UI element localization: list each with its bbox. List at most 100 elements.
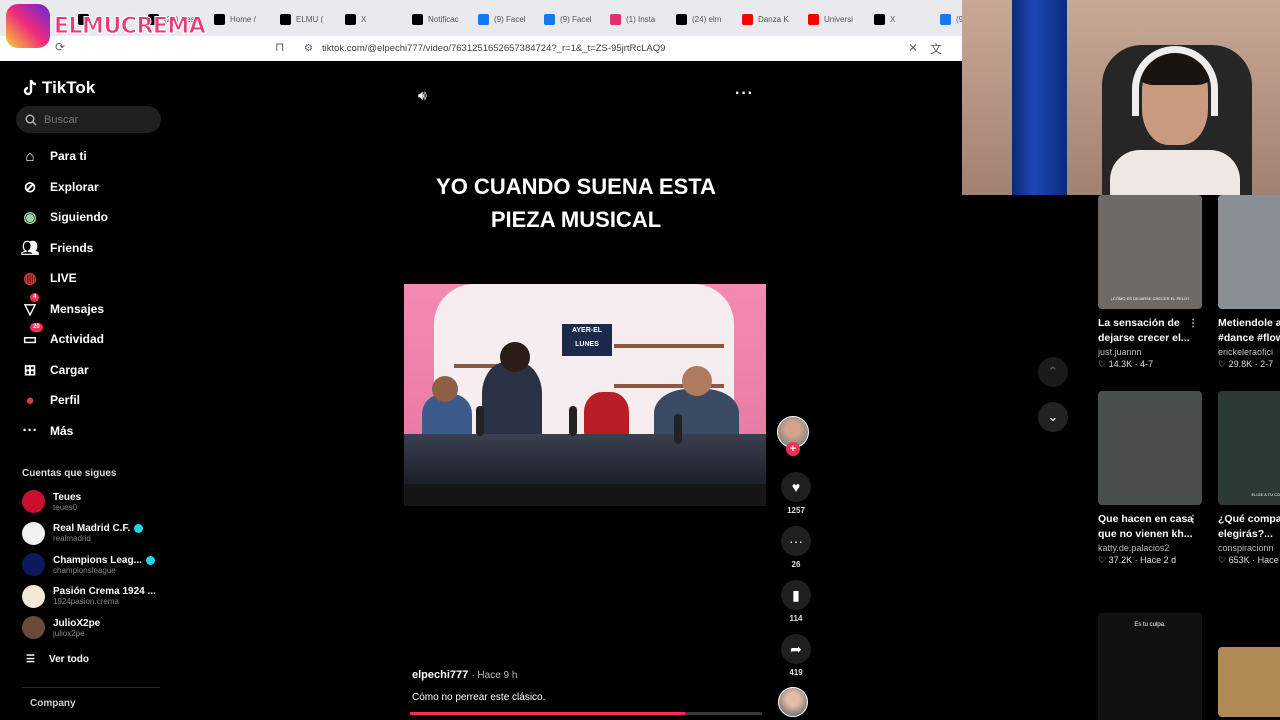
chevron-up-icon: ⌃ — [1047, 364, 1059, 379]
browser-tab[interactable]: (1) Insta — [610, 8, 655, 30]
share-icon: ➦ — [781, 634, 811, 664]
browser-tab[interactable]: Danza K — [742, 8, 789, 30]
recommended-video-card[interactable]: Que hacen en casa que no vienen kh... ⋮ ka… — [1098, 391, 1202, 566]
share-button[interactable]: ➦ 419 — [778, 634, 814, 677]
browser-tab[interactable]: X — [874, 8, 895, 30]
account-handle: realmadrid — [53, 534, 91, 543]
tab-label: (1) Insta — [626, 14, 656, 24]
tab-favicon-icon — [610, 13, 621, 25]
more-options-icon[interactable]: ··· — [735, 85, 754, 103]
messages-icon: ▽ 4 — [20, 292, 40, 319]
author-name[interactable]: elpechi777 — [412, 669, 468, 681]
sidebar-item-explorar[interactable]: ⊘ Explorar — [20, 176, 99, 198]
sidebar-item-perfil[interactable]: ● Perfil — [20, 389, 80, 411]
video-progress-bar[interactable] — [410, 712, 762, 715]
browser-tab[interactable]: (9) Facel — [478, 8, 526, 30]
translate-icon[interactable]: 文 — [930, 40, 942, 57]
search-icon — [25, 114, 37, 125]
browser-tab[interactable]: ELMU ( — [280, 8, 323, 30]
translate-off-icon[interactable]: ⨯ — [908, 40, 918, 54]
recommended-handle[interactable]: erickeleraofici — [1218, 347, 1280, 357]
sidebar-item-label: Para ti — [50, 149, 87, 163]
site-info-icon[interactable]: ⚙ — [304, 39, 313, 58]
browser-tab[interactable]: X — [345, 8, 366, 30]
browser-tab[interactable]: Universi — [808, 8, 853, 30]
recommended-video-card[interactable]: Es tu culpa. — [1098, 613, 1202, 720]
recommended-video-card[interactable]: Metiendole a #dance #flow erickeleraofici… — [1218, 195, 1280, 370]
sidebar-item-para-ti[interactable]: ⌂ Para ti — [20, 145, 87, 167]
followed-account[interactable]: Champions Leag... championsleague — [22, 553, 155, 576]
account-handle: teues0 — [53, 502, 78, 512]
browser-tab[interactable]: Notificac — [412, 8, 459, 30]
sidebar-item-friends[interactable]: 👥︎ Friends — [20, 237, 93, 259]
video-thumbnail[interactable]: Es tu culpa. — [1098, 613, 1202, 720]
next-video-button[interactable]: ⌄ — [1038, 402, 1068, 432]
see-all-button[interactable]: ☰ Ver todo — [26, 654, 89, 665]
more-options-icon[interactable]: ⋮ — [1188, 512, 1198, 527]
sidebar-item-siguiendo[interactable]: ◉ Siguiendo — [20, 206, 108, 228]
sidebar-item-actividad[interactable]: ▭ 20 Actividad — [20, 323, 105, 350]
sidebar-item-m-s[interactable]: ··· Más — [20, 420, 74, 442]
more-options-icon[interactable]: ⋮ — [1188, 316, 1198, 331]
video-thumbnail[interactable] — [1218, 647, 1280, 717]
recommended-video-card[interactable]: ¿CÓMO ES DEJARSE CRECER EL PELO? La sensa… — [1098, 195, 1202, 370]
recommended-stats: ♡ 653K · Hace — [1218, 555, 1279, 565]
browser-tab[interactable]: (9) Facel — [544, 8, 592, 30]
recommended-video-card[interactable] — [1218, 647, 1280, 717]
company-link[interactable]: Company — [30, 698, 76, 709]
comment-button[interactable]: ··· 26 — [778, 526, 814, 569]
follow-plus-icon[interactable]: + — [786, 442, 800, 456]
save-button[interactable]: ▮ 114 — [778, 580, 814, 623]
sidebar-item-label: Actividad — [50, 332, 105, 346]
followed-account[interactable]: JulioX2pe juliox2pe — [22, 616, 100, 639]
video-thumbnail[interactable] — [1098, 391, 1202, 505]
search-box[interactable] — [16, 106, 161, 133]
followed-account[interactable]: Teues teues0 — [22, 490, 81, 513]
list-icon: ☰ — [26, 654, 35, 665]
sidebar-item-label: Perfil — [50, 393, 81, 407]
account-handle: championsleague — [53, 565, 116, 575]
browser-tab[interactable]: Home / — [214, 8, 256, 30]
recommended-video-card[interactable]: ELIGE A TU COMPA ¿Qué compa elegirás?... c… — [1218, 391, 1280, 566]
video-shelf — [614, 344, 724, 348]
sidebar-item-label: Cargar — [50, 362, 89, 377]
recommended-handle[interactable]: katty.de.palacios2 — [1098, 543, 1202, 553]
followed-account[interactable]: Real Madrid C.F. realmadrid — [22, 521, 144, 545]
like-button[interactable]: ♥ 1257 — [778, 472, 814, 515]
avatar — [22, 521, 45, 545]
sidebar-item-mensajes[interactable]: ▽ 4 Mensajes — [20, 292, 104, 320]
tab-label: X — [361, 14, 367, 24]
tiktok-logo[interactable]: TikTok — [22, 78, 95, 98]
video-head — [432, 376, 458, 402]
recommended-handle[interactable]: just.juannn — [1098, 347, 1202, 357]
sidebar-item-label: Friends — [50, 240, 94, 255]
compass-icon: ⊘ — [23, 178, 37, 196]
screen: (24) Res Home / ELMU (X Notificac (9) Facel(… — [0, 0, 1280, 720]
browser-tab[interactable]: (24) elm — [676, 8, 721, 30]
video-thumbnail[interactable] — [1218, 195, 1280, 309]
video-head — [500, 342, 530, 372]
sidebar-item-cargar[interactable]: ⊞ Cargar — [20, 359, 89, 381]
video-thumbnail[interactable]: ¿CÓMO ES DEJARSE CRECER EL PELO? — [1098, 195, 1202, 309]
search-input[interactable] — [44, 113, 144, 126]
notification-badge: 20 — [30, 323, 43, 332]
tiktok-brand: TikTok — [42, 78, 96, 97]
bookmark-icon[interactable]: ⊓ — [275, 40, 284, 54]
url-field[interactable]: ⚙ tiktok.com/@elpechi777/video/763125165… — [300, 39, 900, 58]
next-creator-avatar[interactable] — [778, 687, 808, 717]
browser-tab[interactable]: (9 — [940, 8, 963, 30]
video-overlay-text: YO CUANDO SUENA ESTA PIEZA MUSICAL — [436, 174, 716, 232]
video-mic — [476, 406, 484, 436]
volume-icon[interactable]: 🔊︎ — [418, 87, 427, 104]
tiktok-sidebar: TikTok ⌂ Para ti ⊘ Explorar ◉ Siguiendo 👥︎ Frie… — [0, 62, 175, 720]
previous-video-button[interactable]: ⌃ — [1038, 357, 1068, 387]
avatar — [22, 490, 45, 513]
account-name: Real Madrid C.F. — [53, 523, 131, 534]
sidebar-item-live[interactable]: ◍ LIVE — [20, 267, 76, 289]
video-thumbnail[interactable]: ELIGE A TU COMPA — [1218, 391, 1280, 505]
see-all-label: Ver todo — [48, 654, 89, 665]
recommended-handle[interactable]: conspiracionn — [1218, 543, 1280, 553]
video-player[interactable]: AYER-EL LUNES — [404, 284, 766, 506]
followed-account[interactable]: Pasión Crema 1924 ... 1924pasion.crema — [22, 584, 156, 608]
tab-label: X — [890, 14, 896, 24]
